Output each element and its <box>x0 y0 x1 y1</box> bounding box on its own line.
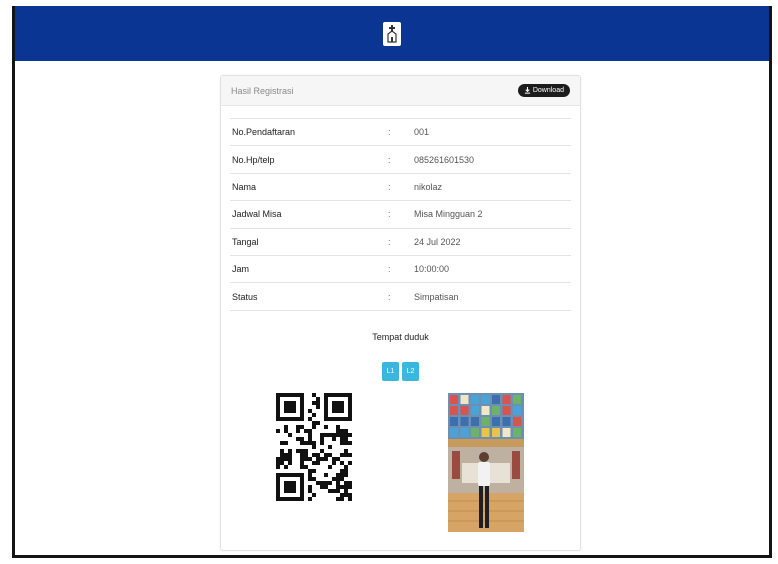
info-row-value: 24 Jul 2022 <box>414 236 461 247</box>
info-row: No.Pendaftaran: 001 <box>230 118 571 146</box>
download-icon <box>524 87 530 94</box>
browser-frame: Hasil Registrasi Download No.Pendaftaran… <box>12 6 772 558</box>
download-label: Download <box>532 87 564 94</box>
info-row-separator: : <box>388 291 391 302</box>
card-title: Hasil Registrasi <box>231 85 294 96</box>
info-row-value: Simpatisan <box>414 291 459 302</box>
info-row-value: 001 <box>414 127 430 138</box>
info-row-separator: : <box>388 264 391 275</box>
info-row-separator: : <box>388 127 391 138</box>
card-header: Hasil Registrasi Download <box>221 76 580 106</box>
info-row: Jadwal Misa: Misa Mingguan 2 <box>230 200 571 228</box>
info-row-label: No.Hp/telp <box>232 154 275 165</box>
info-row-label: No.Pendaftaran <box>232 127 296 138</box>
info-row-value: Misa Mingguan 2 <box>414 209 483 220</box>
info-row-label: Jam <box>232 264 250 275</box>
info-row-value: nikolaz <box>414 181 443 192</box>
qr-code <box>276 393 352 501</box>
info-row: Jam: 10:00:00 <box>230 255 571 282</box>
info-row-value: 10:00:00 <box>414 264 450 275</box>
attendee-photo <box>448 393 524 532</box>
info-row: No.Hp/telp: 085261601530 <box>230 145 571 173</box>
info-row: Tangal: 24 Jul 2022 <box>230 228 571 255</box>
seat-list: L1 L2 <box>221 362 580 381</box>
info-row-separator: : <box>388 181 391 192</box>
top-navbar <box>15 6 769 61</box>
info-row-label: Tangal <box>232 236 259 247</box>
seat-badge: L2 <box>402 362 419 381</box>
info-row-label: Status <box>232 291 258 302</box>
seat-badge: L1 <box>382 362 399 381</box>
info-row-label: Jadwal Misa <box>232 209 282 220</box>
info-row-separator: : <box>388 154 391 165</box>
info-row-separator: : <box>388 209 391 220</box>
info-row: Status: Simpatisan <box>230 282 571 311</box>
registration-result-card: Hasil Registrasi Download No.Pendaftaran… <box>220 75 581 551</box>
info-row-value: 085261601530 <box>414 154 475 165</box>
info-row: Nama: nikolaz <box>230 173 571 200</box>
info-row-label: Nama <box>232 181 257 192</box>
registration-info-table: No.Pendaftaran: 001 No.Hp/telp: 08526160153… <box>230 118 571 311</box>
church-logo-icon[interactable] <box>383 21 401 46</box>
info-row-separator: : <box>388 236 391 247</box>
download-button[interactable]: Download <box>517 84 570 97</box>
seat-section-title: Tempat duduk <box>372 332 429 342</box>
